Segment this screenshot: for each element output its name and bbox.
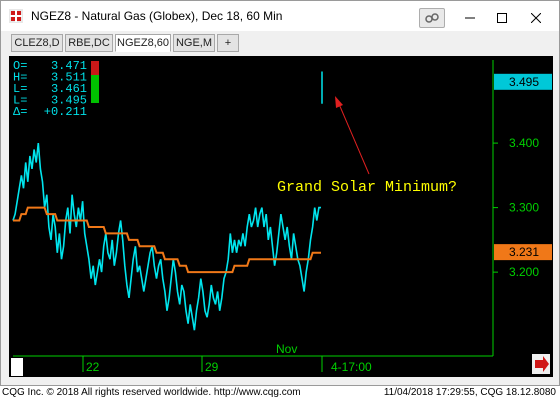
tab-label: NGEZ8,60 [117,37,169,49]
x-tick-29: 29 [205,360,219,374]
ohlc-quote-box: O= 3.471H= 3.511L= 3.461L= 3.495Δ= +0.211 [13,59,99,119]
y-tick-label-0: 3.400 [509,136,539,150]
plus-icon: + [224,37,232,49]
scroll-right-button[interactable] [532,354,550,374]
link-icon [425,13,439,23]
annotation-arrow [335,96,370,175]
tab-rbe-dc[interactable]: RBE,DC [65,34,113,52]
minimize-button[interactable] [455,8,485,28]
quote-row-value-4: +0.211 [44,105,87,119]
window-title: NGEZ8 - Natural Gas (Globex), Dec 18, 60… [31,9,283,23]
close-button[interactable] [521,8,551,28]
title-bar[interactable]: NGEZ8 - Natural Gas (Globex), Dec 18, 60… [1,1,559,31]
ma-price-label: 3.231 [509,245,539,259]
maximize-icon [497,13,507,23]
tab-clez8-d[interactable]: CLEZ8,D [11,34,63,52]
tab-label: NGE,M [175,37,213,49]
x-tick-nov: Nov [276,342,297,356]
price-chart[interactable]: O= 3.471H= 3.511L= 3.461L= 3.495Δ= +0.211 Gra… [9,56,553,377]
copyright-text: CQG Inc. © 2018 All rights reserved worl… [2,387,301,398]
tab-nge-m[interactable]: NGE,M [173,34,215,52]
x-tick-4-1700: 4-17:00 [331,360,372,374]
scroll-thumb[interactable] [11,358,23,376]
chart-area[interactable]: O= 3.471 H= 3.511 L= 3.461 L= 3.495 Δ= +0.211 Gra… [9,56,553,377]
chart-window: NGEZ8 - Natural Gas (Globex), Dec 18, 60… [0,0,560,386]
price-series-line [12,143,321,331]
quote-row-label-4: Δ= [13,105,27,119]
y-tick-label-1: 3.300 [509,201,539,215]
cqg-app-icon [9,9,23,23]
x-tick-22: 22 [86,360,100,374]
add-tab-button[interactable]: + [217,34,239,52]
link-button[interactable] [419,8,445,28]
timestamp-version: 11/04/2018 17:29:55, CQG 18.12.8080 [383,387,556,398]
quote-bar-red [91,61,99,75]
symbol-tab-strip: CLEZ8,D RBE,DC NGEZ8,60 NGE,M + [1,34,559,54]
tab-label: RBE,DC [68,37,110,49]
maximize-button[interactable] [487,8,517,28]
tab-label: CLEZ8,D [14,37,60,49]
status-bar: CQG Inc. © 2018 All rights reserved worl… [0,386,560,400]
minimize-icon [465,17,475,19]
annotation-text: Grand Solar Minimum? [277,179,457,196]
y-tick-label-2: 3.200 [509,265,539,279]
time-axis: 22 29 Nov 4-17:00 [11,342,493,376]
last-price-label: 3.495 [509,75,539,89]
tab-ngez8-60[interactable]: NGEZ8,60 [115,34,171,52]
close-icon [531,13,541,23]
